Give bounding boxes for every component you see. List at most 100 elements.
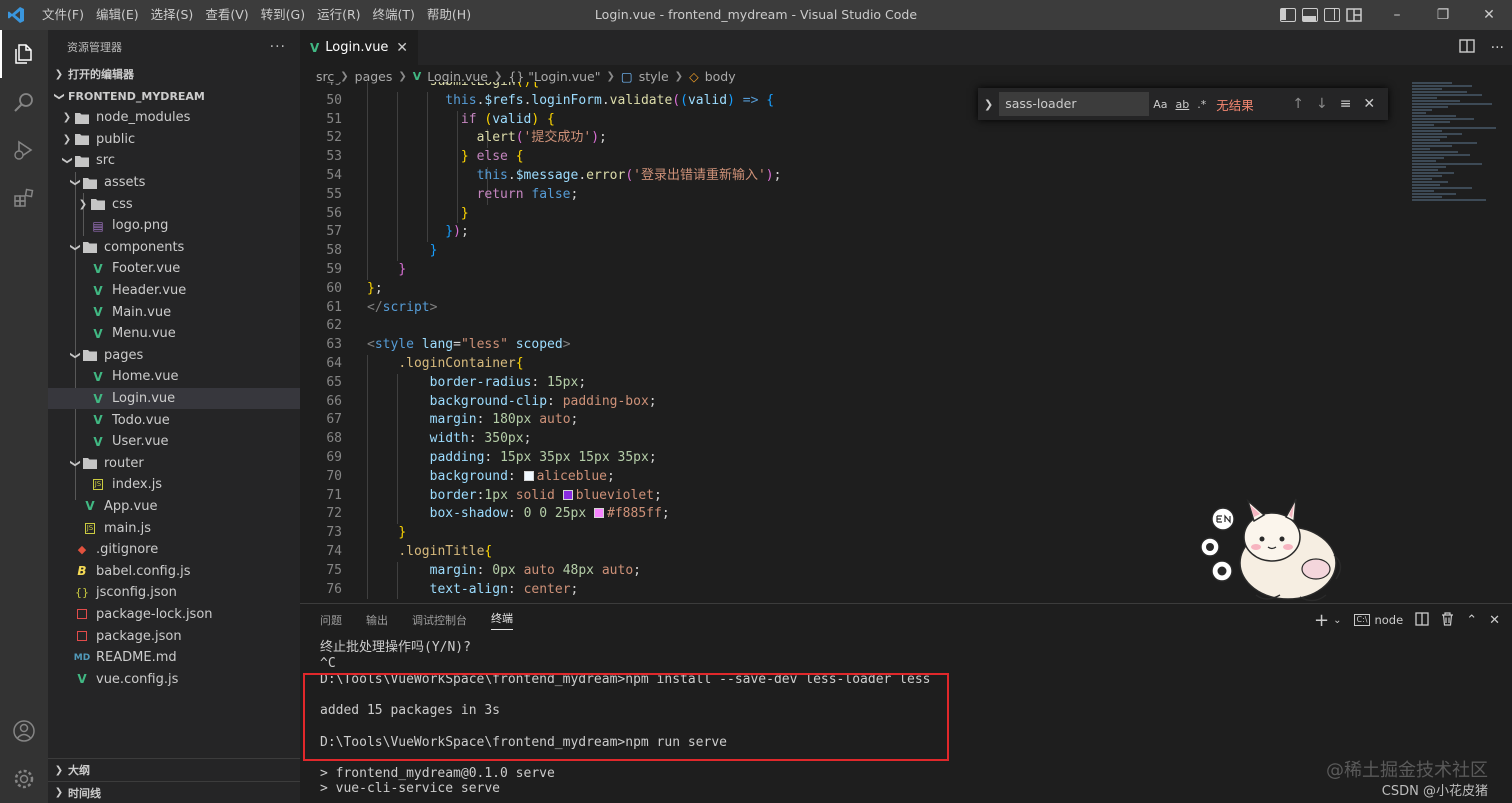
- menu-go[interactable]: 转到(G): [255, 0, 311, 30]
- tree-item[interactable]: V Header.vue: [48, 280, 300, 302]
- line-number: 74: [326, 543, 342, 559]
- timeline-section[interactable]: ❯ 时间线: [48, 781, 300, 803]
- find-input[interactable]: sass-loader: [999, 92, 1150, 116]
- search-icon[interactable]: [0, 78, 48, 126]
- settings-gear-icon[interactable]: [0, 755, 48, 803]
- tree-item[interactable]: V Footer.vue: [48, 258, 300, 280]
- tree-item[interactable]: ❯ public: [48, 129, 300, 151]
- menu-file[interactable]: 文件(F): [36, 0, 90, 30]
- tree-item[interactable]: Vvue.config.js: [48, 668, 300, 690]
- restore-icon[interactable]: ❐: [1420, 0, 1466, 30]
- account-icon[interactable]: [0, 707, 48, 755]
- tree-item[interactable]: ❯ node_modules: [48, 107, 300, 129]
- code-line: .loginContainer{: [398, 355, 524, 371]
- tree-item[interactable]: ▤ logo.png: [48, 215, 300, 237]
- tree-item[interactable]: V User.vue: [48, 431, 300, 453]
- tree-item[interactable]: V Menu.vue: [48, 323, 300, 345]
- toggle-panel-icon[interactable]: [1302, 8, 1318, 22]
- close-window-icon[interactable]: ✕: [1466, 0, 1512, 30]
- use-regex-icon[interactable]: .*: [1197, 98, 1206, 111]
- tree-item-label: Header.vue: [112, 283, 187, 299]
- open-editors-section[interactable]: ❯ 打开的编辑器: [48, 63, 300, 85]
- tree-item[interactable]: JS main.js: [48, 517, 300, 539]
- menu-selection[interactable]: 选择(S): [145, 0, 200, 30]
- maximize-panel-icon[interactable]: ⌃: [1466, 613, 1477, 628]
- tree-item[interactable]: package.json: [48, 625, 300, 647]
- tree-item[interactable]: ❯ src: [48, 150, 300, 172]
- extensions-icon[interactable]: [0, 174, 48, 222]
- menu-edit[interactable]: 编辑(E): [90, 0, 145, 30]
- minimap[interactable]: [1412, 82, 1498, 242]
- find-in-selection-icon[interactable]: ≡: [1340, 96, 1352, 112]
- minimize-icon[interactable]: –: [1374, 0, 1420, 30]
- more-actions-icon[interactable]: ···: [270, 39, 286, 55]
- explorer-icon[interactable]: [0, 30, 48, 78]
- folder-icon: [74, 110, 90, 126]
- panel-tabs: 问题 输出 调试控制台 终端 + ⌄ C:\ node ⌃ ✕: [300, 604, 1512, 636]
- tree-item[interactable]: Bbabel.config.js: [48, 560, 300, 582]
- tree-item[interactable]: JS index.js: [48, 474, 300, 496]
- chevron-down-icon: ❯: [53, 91, 65, 101]
- color-swatch[interactable]: [594, 508, 605, 519]
- highlight-box: [303, 673, 949, 761]
- tab-debug-console[interactable]: 调试控制台: [412, 612, 467, 628]
- terminal-line: > vue-cli-service serve: [320, 781, 501, 797]
- tree-item[interactable]: ❯ components: [48, 237, 300, 259]
- tree-item[interactable]: V Main.vue: [48, 301, 300, 323]
- match-whole-word-icon[interactable]: ab: [1175, 98, 1189, 111]
- tree-item[interactable]: package-lock.json: [48, 604, 300, 626]
- tree-item[interactable]: {} jsconfig.json: [48, 582, 300, 604]
- terminal-selector[interactable]: C:\ node: [1353, 613, 1403, 627]
- babel-file-icon: B: [77, 564, 87, 579]
- vue-file-icon: V: [412, 69, 422, 83]
- customize-layout-icon[interactable]: [1346, 8, 1362, 22]
- trash-icon[interactable]: [1441, 611, 1454, 629]
- split-terminal-icon[interactable]: [1415, 611, 1429, 629]
- close-find-icon[interactable]: ✕: [1363, 96, 1375, 112]
- tree-item[interactable]: ◆ .gitignore: [48, 539, 300, 561]
- terminal-line: ^C: [320, 655, 336, 671]
- close-panel-icon[interactable]: ✕: [1489, 613, 1500, 628]
- code-line: }: [398, 525, 407, 541]
- tree-item[interactable]: ❯ assets: [48, 172, 300, 194]
- line-number: 50: [326, 92, 342, 108]
- menu-help[interactable]: 帮助(H): [421, 0, 477, 30]
- tree-item[interactable]: V Login.vue: [48, 387, 300, 410]
- match-case-icon[interactable]: Aa: [1153, 98, 1167, 111]
- tab-label: Login.vue: [325, 40, 389, 55]
- menu-terminal[interactable]: 终端(T): [367, 0, 421, 30]
- tab-output[interactable]: 输出: [366, 612, 388, 628]
- chevron-down-icon[interactable]: ⌄: [1333, 615, 1341, 626]
- menu-run[interactable]: 运行(R): [311, 0, 366, 30]
- tab-terminal[interactable]: 终端: [491, 610, 513, 630]
- toggle-secondary-sidebar-icon[interactable]: [1324, 8, 1340, 22]
- tree-item[interactable]: ❯ css: [48, 193, 300, 215]
- color-swatch[interactable]: [562, 489, 573, 500]
- split-editor-icon[interactable]: [1458, 38, 1475, 57]
- color-swatch[interactable]: [523, 470, 534, 481]
- tree-item[interactable]: V App.vue: [48, 496, 300, 518]
- run-debug-icon[interactable]: [0, 126, 48, 174]
- toggle-replace-icon[interactable]: ❯: [984, 98, 993, 111]
- arrow-up-icon[interactable]: ↑: [1292, 96, 1304, 112]
- tree-item[interactable]: ❯ router: [48, 453, 300, 475]
- line-number: 75: [326, 562, 342, 578]
- tree-item[interactable]: V Todo.vue: [48, 409, 300, 431]
- tree-item[interactable]: V Home.vue: [48, 366, 300, 388]
- arrow-down-icon[interactable]: ↓: [1316, 96, 1328, 112]
- outline-section[interactable]: ❯ 大纲: [48, 759, 300, 781]
- tree-item-label: Menu.vue: [112, 326, 176, 342]
- tab-problems[interactable]: 问题: [320, 612, 342, 628]
- tree-item[interactable]: ❯ pages: [48, 345, 300, 367]
- chevron-right-icon: ❯: [494, 70, 503, 82]
- tree-item-label: babel.config.js: [96, 563, 191, 579]
- close-tab-icon[interactable]: ✕: [396, 40, 408, 56]
- project-section[interactable]: ❯ FRONTEND_MYDREAM: [48, 85, 300, 107]
- tab-login-vue[interactable]: V Login.vue ✕: [300, 30, 418, 65]
- code-line: text-align: center;: [429, 581, 579, 597]
- tree-item[interactable]: MD README.md: [48, 647, 300, 669]
- new-terminal-icon[interactable]: +: [1314, 610, 1329, 631]
- more-icon[interactable]: ···: [1491, 40, 1504, 56]
- toggle-sidebar-icon[interactable]: [1280, 8, 1296, 22]
- menu-view[interactable]: 查看(V): [199, 0, 254, 30]
